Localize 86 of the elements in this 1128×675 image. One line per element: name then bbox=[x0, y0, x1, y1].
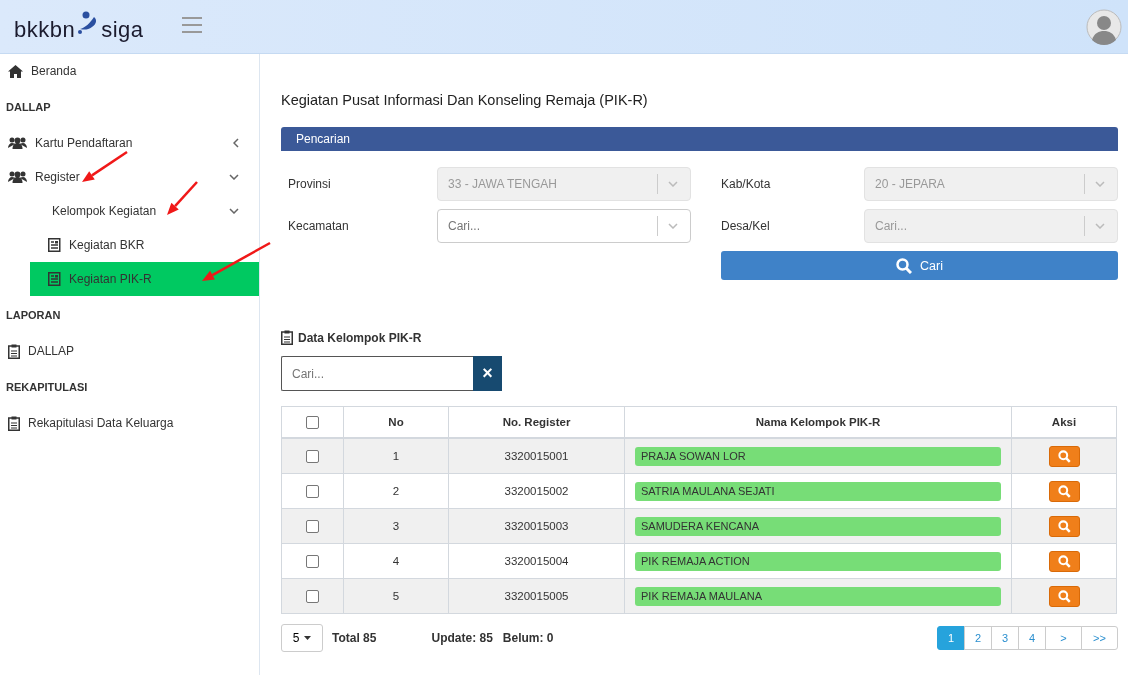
view-button[interactable] bbox=[1048, 585, 1080, 607]
view-button[interactable] bbox=[1048, 515, 1080, 537]
group-name-tag: PIK REMAJA ACTION bbox=[635, 551, 1001, 571]
group-name-tag: PRAJA SOWAN LOR bbox=[635, 446, 1001, 466]
search-icon bbox=[1057, 589, 1071, 603]
checkbox[interactable] bbox=[306, 589, 319, 603]
table-cell: 5 bbox=[343, 578, 449, 614]
view-button[interactable] bbox=[1048, 550, 1080, 572]
field-label: Kecamatan bbox=[288, 219, 350, 233]
menu-group-item[interactable]: Register bbox=[0, 160, 259, 194]
chevron-down-icon bbox=[668, 181, 678, 187]
menu-group-item[interactable]: Kelompok Kegiatan bbox=[0, 194, 259, 228]
table-cell: 3 bbox=[343, 508, 449, 544]
chevron-down-icon bbox=[668, 223, 678, 229]
table-cell: 3320015004 bbox=[448, 543, 625, 579]
menu-item[interactable]: DALLAP bbox=[0, 334, 259, 368]
chevron-down-icon bbox=[229, 174, 239, 180]
table-cell: 4 bbox=[343, 543, 449, 579]
select-field[interactable]: Cari... bbox=[437, 209, 691, 243]
chevron-left-icon bbox=[233, 138, 239, 148]
checkbox[interactable] bbox=[306, 554, 319, 568]
page-title: Kegiatan Pusat Informasi Dan Konseling Remaja (PIK-R) bbox=[281, 92, 649, 108]
search-icon bbox=[1057, 554, 1071, 568]
page-button[interactable]: 1 bbox=[937, 626, 965, 650]
table-cell: 3320015005 bbox=[448, 578, 625, 614]
menu-section-heading: DALLAP bbox=[6, 101, 51, 113]
search-icon bbox=[1057, 519, 1071, 533]
users-icon bbox=[8, 171, 27, 183]
search-icon bbox=[896, 257, 913, 274]
users-icon bbox=[8, 137, 27, 149]
table-cell: 2 bbox=[343, 473, 449, 509]
search-icon bbox=[1057, 449, 1071, 463]
page-button[interactable]: 2 bbox=[964, 626, 992, 650]
group-name-tag: PIK REMAJA MAULANA bbox=[635, 586, 1001, 606]
menu-section-heading: REKAPITULASI bbox=[6, 381, 88, 393]
menu-item[interactable]: Kegiatan PIK-R bbox=[30, 262, 259, 296]
field-label: Desa/Kel bbox=[721, 219, 771, 233]
checkbox[interactable] bbox=[306, 484, 319, 498]
group-name-tag: SAMUDERA KENCANA bbox=[635, 516, 1001, 536]
table-cell: 3320015003 bbox=[448, 508, 625, 544]
caret-icon bbox=[304, 636, 312, 640]
checkbox[interactable] bbox=[306, 519, 319, 533]
annotation-arrow bbox=[202, 241, 271, 281]
group-name-tag: SATRIA MAULANA SEJATI bbox=[635, 481, 1001, 501]
logo-text: siga bbox=[101, 16, 144, 43]
annotation-arrow bbox=[82, 150, 128, 182]
logo-text: bkkbn bbox=[14, 16, 76, 43]
clipboard-icon bbox=[281, 330, 293, 345]
checkbox[interactable] bbox=[306, 415, 319, 429]
total-count: Total 85 bbox=[332, 631, 377, 645]
view-button[interactable] bbox=[1048, 445, 1080, 467]
menu-section-heading: LAPORAN bbox=[6, 309, 61, 321]
menu-item[interactable]: Kegiatan BKR bbox=[0, 228, 259, 262]
search-button[interactable]: Cari bbox=[721, 251, 1118, 280]
page-button[interactable]: >> bbox=[1081, 626, 1118, 650]
avatar-icon[interactable] bbox=[1086, 8, 1122, 45]
section-title: Data Kelompok PIK-R bbox=[298, 330, 422, 345]
pending-count: Belum: 0 bbox=[502, 631, 554, 645]
annotation-arrow bbox=[167, 181, 198, 215]
field-label: Kab/Kota bbox=[721, 177, 772, 191]
chevron-down-icon bbox=[1095, 223, 1105, 229]
field-label: Provinsi bbox=[288, 177, 332, 191]
menu-group-item[interactable]: Kartu Pendaftaran bbox=[0, 126, 259, 160]
chevron-down-icon bbox=[229, 208, 239, 214]
page-button[interactable]: 4 bbox=[1018, 626, 1046, 650]
home-icon bbox=[8, 64, 23, 78]
update-count: Update: 85 bbox=[431, 631, 493, 645]
chevron-down-icon bbox=[1095, 181, 1105, 187]
document-icon bbox=[48, 238, 61, 252]
view-button[interactable] bbox=[1048, 480, 1080, 502]
panel-header: Pencarian bbox=[281, 127, 1118, 151]
clipboard-icon bbox=[8, 343, 20, 359]
search-icon bbox=[1057, 484, 1071, 498]
clipboard-icon bbox=[8, 415, 20, 431]
menu-item[interactable]: Rekapitulasi Data Keluarga bbox=[0, 406, 259, 440]
table-cell: 3320015001 bbox=[448, 438, 625, 474]
clear-button[interactable]: × bbox=[473, 356, 502, 391]
page-button[interactable]: > bbox=[1045, 626, 1082, 650]
page-size-dropdown[interactable]: 5 bbox=[281, 624, 323, 652]
search-field[interactable]: Cari... bbox=[281, 356, 473, 391]
page-button[interactable]: 3 bbox=[991, 626, 1019, 650]
checkbox[interactable] bbox=[306, 449, 319, 463]
table-cell: 3320015002 bbox=[448, 473, 625, 509]
document-icon bbox=[48, 272, 61, 286]
table-cell: 1 bbox=[343, 438, 449, 474]
menu-item[interactable]: Beranda bbox=[0, 54, 259, 88]
